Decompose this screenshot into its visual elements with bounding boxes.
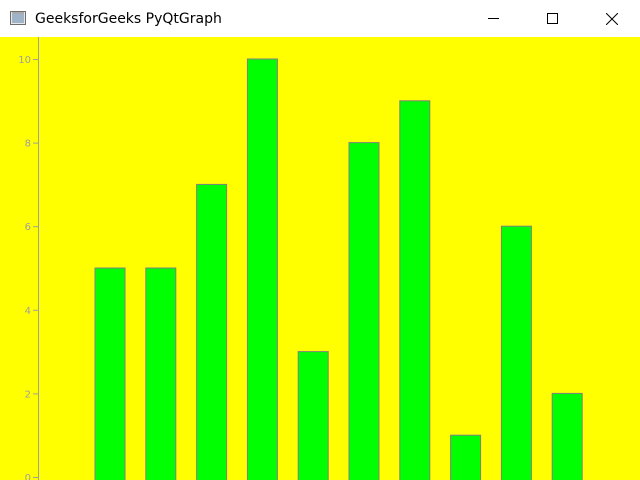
bar[interactable] bbox=[246, 58, 278, 480]
y-tick-label: 2 bbox=[25, 389, 31, 400]
plot-area[interactable]: 0 2 4 6 8 10 bbox=[0, 37, 640, 480]
bar[interactable] bbox=[145, 267, 177, 480]
maximize-button[interactable] bbox=[529, 0, 575, 37]
minimize-icon bbox=[488, 18, 499, 19]
y-tick-label: 8 bbox=[25, 139, 31, 150]
y-tick-label: 4 bbox=[25, 306, 31, 317]
bar[interactable] bbox=[297, 351, 329, 480]
minimize-button[interactable] bbox=[470, 0, 516, 37]
bar[interactable] bbox=[500, 225, 532, 480]
y-tick-label: 10 bbox=[18, 55, 31, 66]
title-bar[interactable]: GeeksforGeeks PyQtGraph bbox=[0, 0, 640, 37]
bar[interactable] bbox=[399, 100, 431, 480]
bar[interactable] bbox=[450, 434, 482, 480]
bar-chart[interactable]: 0 2 4 6 8 10 bbox=[0, 37, 640, 480]
y-tick-label: 0 bbox=[25, 473, 31, 480]
app-icon bbox=[10, 10, 26, 26]
bar[interactable] bbox=[196, 183, 228, 480]
app-window: GeeksforGeeks PyQtGraph 0 2 4 6 8 10 bbox=[0, 0, 640, 480]
bar[interactable] bbox=[94, 267, 126, 480]
maximize-icon bbox=[547, 13, 558, 24]
bar[interactable] bbox=[551, 392, 583, 480]
window-title: GeeksforGeeks PyQtGraph bbox=[35, 11, 222, 27]
close-icon bbox=[606, 13, 618, 25]
bar[interactable] bbox=[348, 142, 380, 480]
close-button[interactable] bbox=[588, 0, 634, 37]
y-tick-label: 6 bbox=[25, 222, 31, 233]
